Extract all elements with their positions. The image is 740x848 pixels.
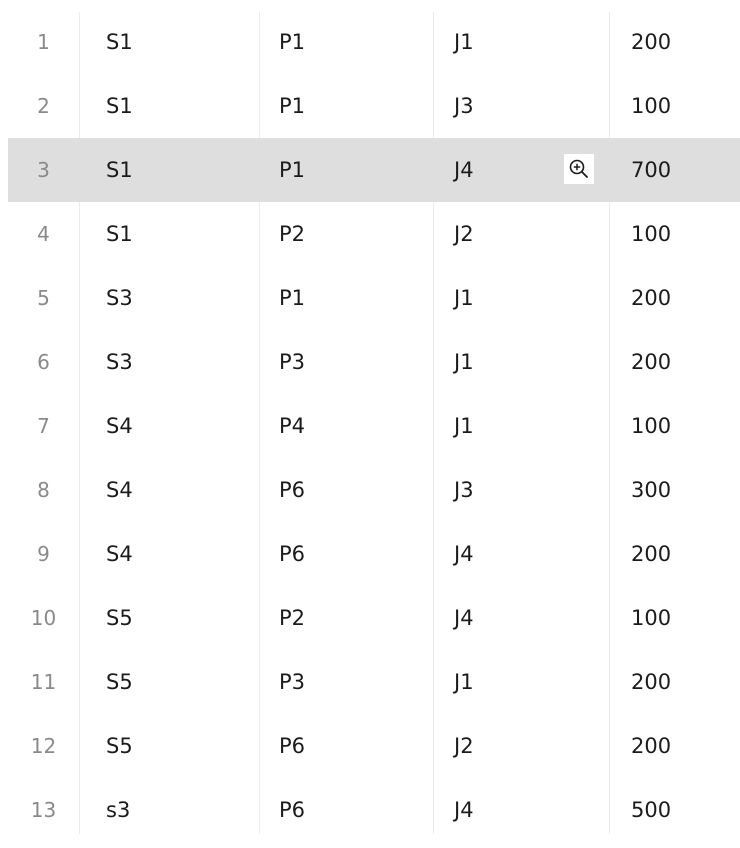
table-row[interactable]: 2 S1 P1 J3 100	[8, 74, 740, 138]
cell-j[interactable]: J1	[454, 266, 474, 330]
cell-p[interactable]: P2	[279, 202, 305, 266]
table-row[interactable]: 10 S5 P2 J4 100	[8, 586, 740, 650]
cell-s[interactable]: S5	[106, 586, 133, 650]
data-grid: 1 S1 P1 J1 200 2 S1 P1 J3 100 3 S1 P1 J4…	[0, 0, 740, 848]
cell-p[interactable]: P6	[279, 522, 305, 586]
cell-j[interactable]: J3	[454, 458, 474, 522]
cell-p[interactable]: P6	[279, 714, 305, 778]
cell-qty[interactable]: 100	[631, 394, 671, 458]
table-row[interactable]: 7 S4 P4 J1 100	[8, 394, 740, 458]
cell-s[interactable]: S3	[106, 266, 133, 330]
row-number: 8	[37, 478, 50, 502]
row-number: 5	[37, 286, 50, 310]
cell-p[interactable]: P1	[279, 74, 305, 138]
row-number: 10	[30, 606, 57, 630]
zoom-in-icon[interactable]	[564, 154, 594, 184]
cell-p[interactable]: P3	[279, 650, 305, 714]
cell-j[interactable]: J4	[454, 522, 474, 586]
row-number: 9	[37, 542, 50, 566]
cell-s[interactable]: S3	[106, 330, 133, 394]
row-number: 3	[37, 158, 50, 182]
row-number: 13	[30, 798, 57, 822]
table-row[interactable]: 11 S5 P3 J1 200	[8, 650, 740, 714]
cell-p[interactable]: P6	[279, 458, 305, 522]
table-row[interactable]: 5 S3 P1 J1 200	[8, 266, 740, 330]
row-number: 1	[37, 30, 50, 54]
cell-qty[interactable]: 200	[631, 10, 671, 74]
table-row[interactable]: 9 S4 P6 J4 200	[8, 522, 740, 586]
cell-s[interactable]: s3	[106, 778, 130, 842]
cell-j[interactable]: J1	[454, 394, 474, 458]
cell-qty[interactable]: 300	[631, 458, 671, 522]
cell-qty[interactable]: 200	[631, 714, 671, 778]
table-row[interactable]: 6 S3 P3 J1 200	[8, 330, 740, 394]
cell-p[interactable]: P6	[279, 778, 305, 842]
cell-s[interactable]: S5	[106, 650, 133, 714]
cell-s[interactable]: S1	[106, 138, 133, 202]
cell-p[interactable]: P4	[279, 394, 305, 458]
cell-j[interactable]: J3	[454, 74, 474, 138]
cell-s[interactable]: S1	[106, 202, 133, 266]
table-row[interactable]: 12 S5 P6 J2 200	[8, 714, 740, 778]
cell-j[interactable]: J2	[454, 714, 474, 778]
row-number: 12	[30, 734, 57, 758]
row-number: 4	[37, 222, 50, 246]
cell-qty[interactable]: 700	[631, 138, 671, 202]
cell-s[interactable]: S1	[106, 74, 133, 138]
cell-p[interactable]: P1	[279, 10, 305, 74]
cell-s[interactable]: S1	[106, 10, 133, 74]
table-row[interactable]: 8 S4 P6 J3 300	[8, 458, 740, 522]
table-row[interactable]: 4 S1 P2 J2 100	[8, 202, 740, 266]
cell-j[interactable]: J1	[454, 10, 474, 74]
row-number: 7	[37, 414, 50, 438]
row-number: 2	[37, 94, 50, 118]
cell-qty[interactable]: 200	[631, 266, 671, 330]
cell-p[interactable]: P2	[279, 586, 305, 650]
cell-qty[interactable]: 100	[631, 74, 671, 138]
cell-j[interactable]: J2	[454, 202, 474, 266]
cell-j[interactable]: J1	[454, 330, 474, 394]
cell-j[interactable]: J4	[454, 778, 474, 842]
cell-j[interactable]: J4	[454, 138, 474, 202]
cell-s[interactable]: S5	[106, 714, 133, 778]
cell-qty[interactable]: 200	[631, 650, 671, 714]
cell-qty[interactable]: 100	[631, 586, 671, 650]
cell-qty[interactable]: 200	[631, 522, 671, 586]
row-number: 11	[30, 670, 57, 694]
cell-qty[interactable]: 500	[631, 778, 671, 842]
table-row[interactable]: 13 s3 P6 J4 500	[8, 778, 740, 842]
cell-j[interactable]: J1	[454, 650, 474, 714]
cell-s[interactable]: S4	[106, 394, 133, 458]
cell-s[interactable]: S4	[106, 522, 133, 586]
cell-qty[interactable]: 100	[631, 202, 671, 266]
cell-p[interactable]: P1	[279, 138, 305, 202]
cell-p[interactable]: P1	[279, 266, 305, 330]
table-row[interactable]: 1 S1 P1 J1 200	[8, 10, 740, 74]
cell-qty[interactable]: 200	[631, 330, 671, 394]
row-number: 6	[37, 350, 50, 374]
cell-p[interactable]: P3	[279, 330, 305, 394]
cell-s[interactable]: S4	[106, 458, 133, 522]
cell-j[interactable]: J4	[454, 586, 474, 650]
table-row-selected[interactable]: 3 S1 P1 J4 700	[8, 138, 740, 202]
